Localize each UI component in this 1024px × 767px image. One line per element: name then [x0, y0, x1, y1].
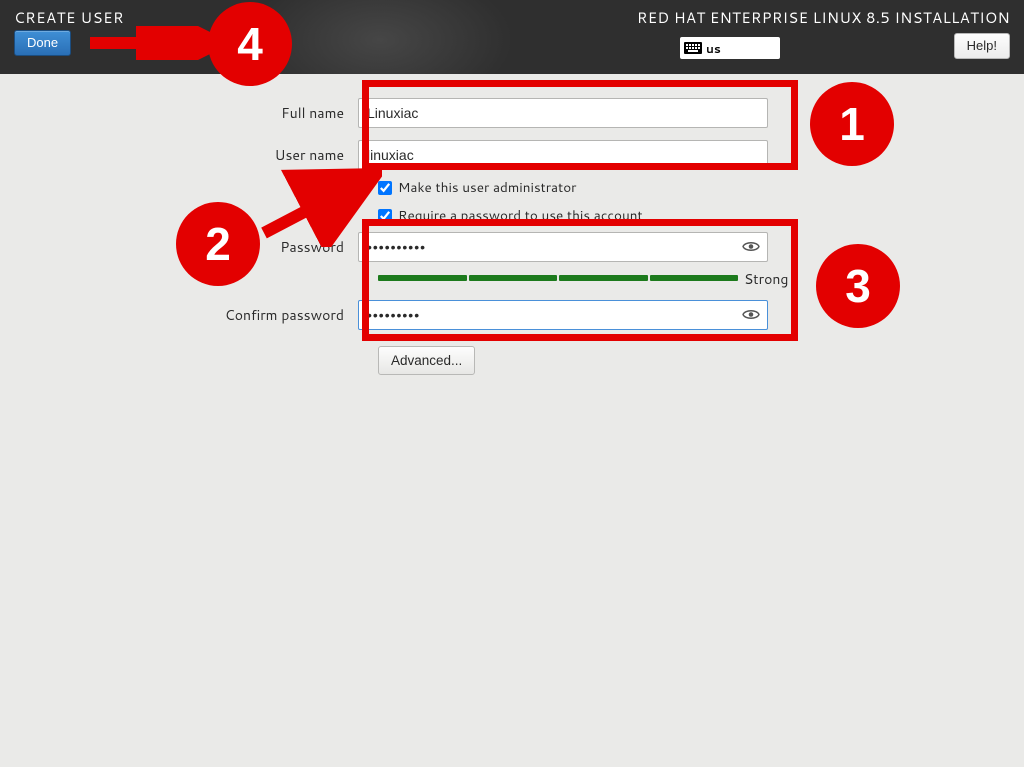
form-area: Full name User name Make this user admin… [0, 74, 1024, 767]
confirm-password-label: Confirm password [0, 305, 358, 325]
show-password-icon[interactable] [742, 236, 760, 259]
require-password-label: Require a password to use this account [398, 206, 643, 225]
annotation-badge-1: 1 [810, 82, 894, 166]
full-name-input[interactable] [358, 98, 768, 128]
product-title: RED HAT ENTERPRISE LINUX 8.5 INSTALLATIO… [637, 7, 1010, 28]
make-admin-label: Make this user administrator [398, 178, 576, 197]
make-admin-checkbox[interactable] [378, 181, 392, 195]
confirm-password-input[interactable] [358, 300, 768, 330]
annotation-badge-3: 3 [816, 244, 900, 328]
help-button[interactable]: Help! [954, 33, 1010, 59]
password-strength-label: Strong [744, 269, 788, 289]
keyboard-icon [684, 42, 702, 54]
password-strength-bar [378, 275, 738, 281]
password-input[interactable] [358, 232, 768, 262]
header: CREATE USER Done RED HAT ENTERPRISE LINU… [0, 0, 1024, 74]
keyboard-layout-label: us [706, 40, 721, 57]
user-name-label: User name [0, 145, 358, 165]
page-title: CREATE USER [14, 7, 124, 28]
keyboard-layout-indicator[interactable]: us [680, 37, 780, 59]
require-password-checkbox[interactable] [378, 209, 392, 223]
show-confirm-password-icon[interactable] [742, 304, 760, 327]
done-button[interactable]: Done [14, 30, 71, 56]
user-name-input[interactable] [358, 140, 768, 170]
password-label: Password [0, 237, 358, 257]
advanced-button[interactable]: Advanced... [378, 346, 475, 375]
full-name-label: Full name [0, 103, 358, 123]
